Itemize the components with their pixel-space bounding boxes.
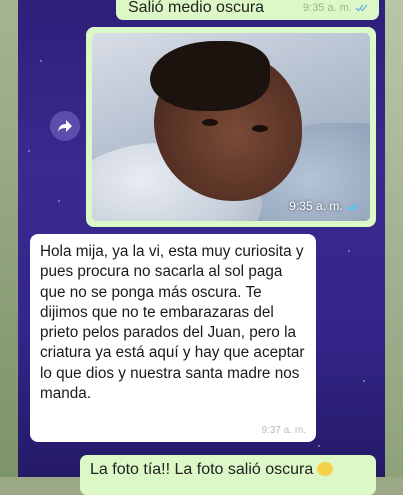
outgoing-message-bubble[interactable]: La foto tía!! La foto salió oscura: [80, 455, 376, 495]
smiling-face-emoji-icon: [317, 462, 334, 476]
double-check-icon: [346, 203, 359, 211]
outer-border-right: [385, 0, 403, 477]
baby-photo[interactable]: 9:35 a. m.: [92, 33, 370, 221]
outer-border-left: [0, 0, 18, 477]
forward-button[interactable]: [50, 111, 80, 141]
image-message-bubble[interactable]: 9:35 a. m.: [86, 27, 376, 227]
message-text: Salió medio oscura: [128, 0, 265, 16]
double-check-icon: [355, 4, 368, 12]
incoming-message-bubble[interactable]: Hola mija, ya la vi, esta muy curiosita …: [30, 234, 316, 442]
forward-arrow-icon: [58, 120, 72, 132]
outgoing-message-bubble[interactable]: Salió medio oscura 9:35 a. m.: [116, 0, 379, 20]
message-meta: 9:35 a. m.: [303, 2, 369, 14]
message-text: La foto tía!! La foto salió oscura: [90, 461, 314, 478]
image-meta: 9:35 a. m.: [289, 199, 360, 213]
image-time: 9:35 a. m.: [289, 199, 343, 213]
message-time: 9:37 a. m.: [261, 425, 306, 436]
message-time: 9:35 a. m.: [303, 2, 352, 14]
message-text: Hola mija, ya la vi, esta muy curiosita …: [40, 243, 305, 403]
